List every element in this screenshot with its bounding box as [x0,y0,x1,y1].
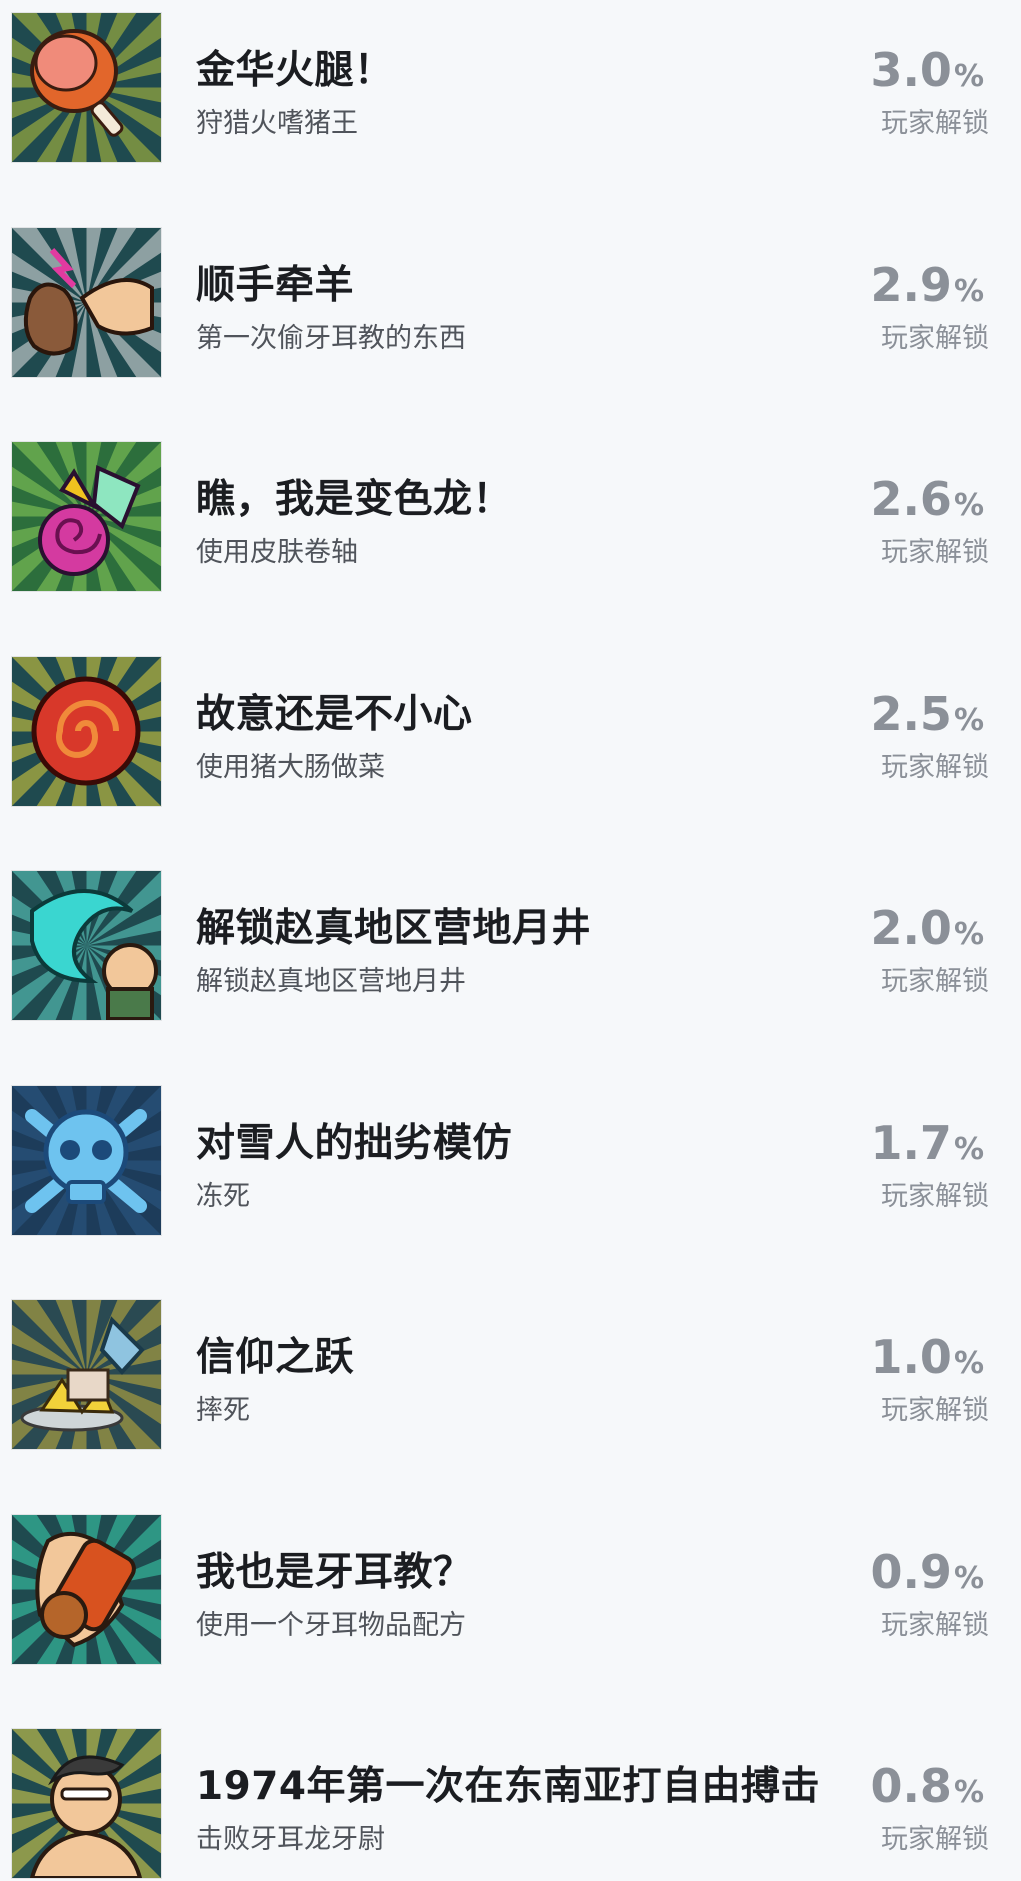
achievement-title: 我也是牙耳教？ [196,1549,473,1595]
unlock-percent-value: 2.9 [870,257,952,312]
unlock-percent: 3.0% [870,43,984,97]
achievement-description: 解锁赵真地区营地月井 [196,966,466,997]
recipe-scroll-icon [12,1514,161,1664]
achievement-description: 摔死 [196,1395,250,1426]
achievement-description: 使用猪大肠做菜 [196,751,385,783]
achievement-description: 冻死 [196,1180,250,1212]
unlock-percent-value: 0.8 [870,1759,952,1813]
achievement-row[interactable]: 故意还是不小心 使用猪大肠做菜 2.5% 玩家解锁 [0,656,1021,807]
achievement-row[interactable]: 顺手牵羊 第一次偷牙耳教的东西 2.9% 玩家解锁 [0,227,1021,378]
percent-sign: % [953,702,984,738]
achievement-row[interactable]: 我也是牙耳教？ 使用一个牙耳物品配方 0.9% 玩家解锁 [0,1514,1021,1665]
unlock-percent-value: 1.7 [870,1115,952,1170]
unlock-label: 玩家解锁 [881,1824,989,1855]
unlock-label: 玩家解锁 [881,108,989,139]
achievement-description: 使用一个牙耳物品配方 [196,1609,466,1641]
unlock-label: 玩家解锁 [881,1180,989,1212]
achievement-title: 故意还是不小心 [196,691,473,737]
unlock-percent: 2.9% [870,258,984,312]
achievement-row[interactable]: 瞧，我是变色龙！ 使用皮肤卷轴 2.6% 玩家解锁 [0,442,1021,592]
unlock-label: 玩家解锁 [881,322,989,354]
ham-icon [12,13,161,162]
unlock-percent: 0.9% [870,1545,984,1599]
percent-sign: % [953,1346,984,1381]
achievement-title: 1974年第一次在东南亚打自由搏击 [196,1764,821,1809]
unlock-label: 玩家解锁 [881,966,989,997]
achievement-row[interactable]: 解锁赵真地区营地月井 解锁赵真地区营地月井 2.0% 玩家解锁 [0,871,1021,1021]
achievement-row[interactable]: 1974年第一次在东南亚打自由搏击 击败牙耳龙牙尉 0.8% 玩家解锁 [0,1729,1021,1879]
unlock-label: 玩家解锁 [881,1609,989,1641]
unlock-percent-value: 0.9 [870,1544,952,1599]
fall-icon [12,1300,161,1449]
intestine-icon [12,656,161,806]
frozen-skull-icon [12,1085,161,1235]
achievement-title: 瞧，我是变色龙！ [196,477,513,522]
unlock-label: 玩家解锁 [881,537,989,568]
achievement-title: 解锁赵真地区营地月井 [196,906,592,951]
skin-scroll-icon [12,442,161,591]
achievement-description: 狩猎火嗜猪王 [196,108,358,139]
percent-sign: % [953,488,984,523]
unlock-percent-value: 1.0 [870,1330,952,1384]
achievement-title: 顺手牵羊 [196,262,355,308]
percent-sign: % [953,59,984,94]
percent-sign: % [953,1131,984,1167]
percent-sign: % [953,917,984,952]
unlock-percent-value: 2.0 [870,901,952,955]
fighter-icon [12,1729,161,1878]
achievement-row[interactable]: 金华火腿！ 狩猎火嗜猪王 3.0% 玩家解锁 [0,13,1021,163]
unlock-percent-value: 2.5 [870,686,952,741]
achievement-row[interactable]: 对雪人的拙劣模仿 冻死 1.7% 玩家解锁 [0,1085,1021,1236]
achievement-description: 使用皮肤卷轴 [196,537,358,568]
achievement-description: 击败牙耳龙牙尉 [196,1824,385,1855]
achievement-row[interactable]: 信仰之跃 摔死 1.0% 玩家解锁 [0,1300,1021,1450]
percent-sign: % [953,1560,984,1596]
achievement-description: 第一次偷牙耳教的东西 [196,322,466,354]
achievement-list: 金华火腿！ 狩猎火嗜猪王 3.0% 玩家解锁 顺手牵羊 第一次偷牙耳教的东西 2… [0,0,1021,1881]
achievement-title: 信仰之跃 [196,1335,355,1380]
unlock-percent-value: 3.0 [870,43,952,97]
unlock-percent: 2.6% [870,472,984,526]
unlock-percent: 1.0% [870,1330,984,1384]
unlock-percent: 0.8% [870,1759,984,1813]
unlock-label: 玩家解锁 [881,751,989,783]
achievement-title: 对雪人的拙劣模仿 [196,1120,513,1166]
stealing-hand-icon [12,227,161,377]
moonwell-icon [12,871,161,1020]
unlock-percent-value: 2.6 [870,472,952,526]
unlock-percent: 2.5% [870,687,984,741]
unlock-label: 玩家解锁 [881,1395,989,1426]
achievement-title: 金华火腿！ [196,48,394,93]
unlock-percent: 1.7% [870,1116,984,1170]
percent-sign: % [953,273,984,309]
percent-sign: % [953,1775,984,1810]
unlock-percent: 2.0% [870,901,984,955]
